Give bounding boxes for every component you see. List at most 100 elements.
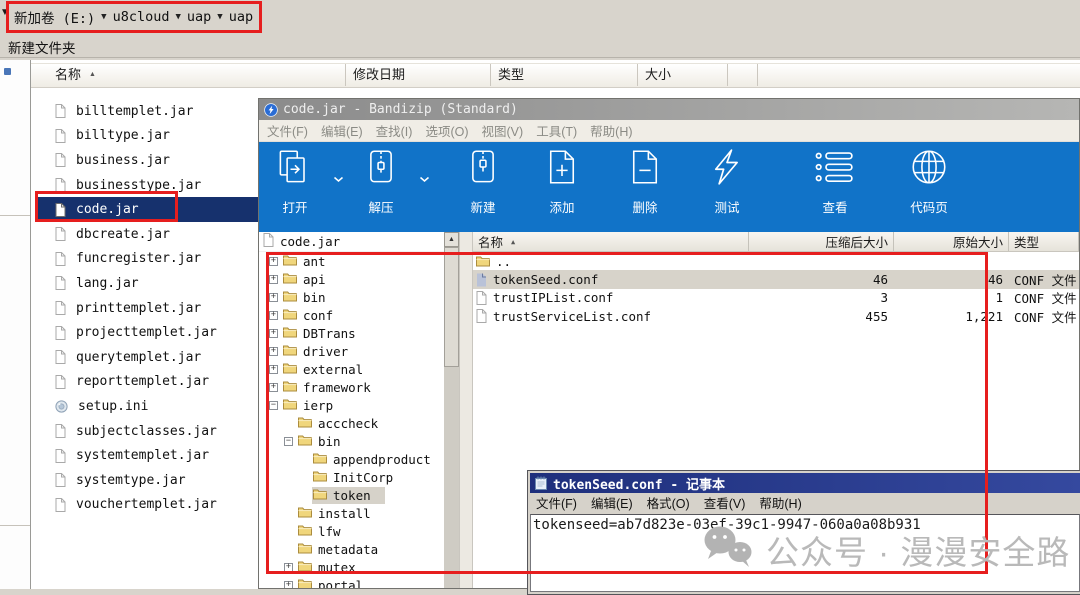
add-file-icon xyxy=(542,149,582,190)
test-lightning-icon xyxy=(707,149,747,190)
archive-item-type: CONF 文件 xyxy=(1009,307,1079,325)
file-name: systemtemplet.jar xyxy=(76,448,209,463)
menu-item[interactable]: 查找(I) xyxy=(376,121,413,140)
archive-item-type: CONF 文件 xyxy=(1009,270,1079,288)
toolbar-button-open[interactable]: 打开 xyxy=(263,149,327,216)
sort-ascending-icon: ▲ xyxy=(89,64,96,86)
document-icon xyxy=(55,178,66,192)
column-header-name[interactable]: 名称 ▲ xyxy=(31,64,346,86)
ini-file-icon xyxy=(55,400,68,413)
menu-item[interactable]: 帮助(H) xyxy=(590,121,632,140)
tree-node-content: portal xyxy=(297,577,377,589)
toolbar-button-label: 代码页 xyxy=(910,197,948,216)
new-archive-icon xyxy=(463,149,503,190)
column-header-label: 名称 xyxy=(478,232,503,251)
file-name: systemtype.jar xyxy=(76,473,186,488)
toolbar-button-label: 打开 xyxy=(282,197,307,216)
file-name: querytemplet.jar xyxy=(76,350,201,365)
file-name: business.jar xyxy=(76,153,170,168)
document-icon xyxy=(55,129,66,143)
document-icon xyxy=(55,424,66,438)
codepage-globe-icon xyxy=(909,149,949,190)
wechat-icon xyxy=(702,524,754,575)
column-header-date[interactable]: 修改日期 xyxy=(346,64,491,86)
scroll-up-icon[interactable]: ▲ xyxy=(444,232,459,247)
file-name: subjectclasses.jar xyxy=(76,424,217,439)
explorer-column-headers: 名称 ▲ 修改日期 类型 大小 xyxy=(31,63,1080,88)
column-header-type[interactable]: 类型 xyxy=(1009,232,1079,251)
archive-item-type xyxy=(1009,252,1079,270)
column-header-original[interactable]: 原始大小 xyxy=(894,232,1009,251)
menu-item[interactable]: 视图(V) xyxy=(482,121,524,140)
tree-node-label: portal xyxy=(318,578,363,589)
document-icon xyxy=(55,449,66,463)
document-icon xyxy=(55,227,66,241)
watermark: 公众号 · 漫漫安全路 xyxy=(702,524,1070,575)
column-header-label: 类型 xyxy=(498,64,524,86)
divider xyxy=(0,525,30,526)
toolbar-button-codepage[interactable]: 代码页 xyxy=(897,149,961,216)
divider xyxy=(0,57,1080,58)
document-icon xyxy=(55,350,66,364)
toolbar-button-label: 解压 xyxy=(368,197,393,216)
expand-plus-icon[interactable]: + xyxy=(284,581,293,589)
toolbar-button-new[interactable]: 新建 xyxy=(451,149,515,216)
document-icon xyxy=(55,153,66,167)
chevron-down-icon[interactable] xyxy=(327,176,349,183)
column-header-label: 修改日期 xyxy=(353,64,405,86)
document-icon xyxy=(55,326,66,340)
bandizip-menu-bar: 文件(F) 编辑(E) 查找(I) 选项(O) 视图(V) 工具(T) 帮助(H) xyxy=(259,120,1079,142)
toolbar-button-delete[interactable]: 删除 xyxy=(613,149,677,216)
document-icon xyxy=(55,301,66,315)
column-header-label: 名称 xyxy=(55,64,81,86)
document-icon xyxy=(55,473,66,487)
archive-root-row[interactable]: code.jar xyxy=(259,232,444,252)
bandizip-toolbar: 打开 解压 新建 添加 删除测试查看 代码页 xyxy=(259,142,1079,233)
document-icon xyxy=(55,498,66,512)
file-name: reporttemplet.jar xyxy=(76,374,209,389)
file-name: billtemplet.jar xyxy=(76,104,193,119)
menu-item[interactable]: 选项(O) xyxy=(425,121,468,140)
menu-item[interactable]: 工具(T) xyxy=(536,121,577,140)
sort-ascending-icon: ▲ xyxy=(511,238,515,246)
column-header-size[interactable]: 大小 xyxy=(638,64,728,86)
column-header-label: 大小 xyxy=(645,64,671,86)
extract-archive-icon xyxy=(361,149,401,190)
toolbar-button-label: 添加 xyxy=(549,197,574,216)
view-list-icon xyxy=(813,149,857,190)
annotation-box-codejar xyxy=(35,191,178,222)
toolbar-button-test[interactable]: 测试 xyxy=(695,149,759,216)
file-name: vouchertemplet.jar xyxy=(76,497,217,512)
open-archive-icon xyxy=(275,149,315,190)
tree-node[interactable]: + portal xyxy=(259,576,444,588)
file-name: lang.jar xyxy=(76,276,139,291)
menu-item[interactable]: 编辑(E) xyxy=(321,121,363,140)
toolbar-button-extract[interactable]: 解压 xyxy=(349,149,413,216)
column-header-compressed[interactable]: 压缩后大小 xyxy=(749,232,894,251)
column-header-type[interactable]: 类型 xyxy=(491,64,638,86)
toolbar-button-label: 新建 xyxy=(470,197,495,216)
document-icon xyxy=(55,375,66,389)
chevron-down-icon[interactable] xyxy=(413,176,435,183)
document-icon xyxy=(55,104,66,118)
toolbar-button-view[interactable]: 查看 xyxy=(803,149,867,216)
window-title: code.jar - Bandizip (Standard) xyxy=(283,102,518,117)
delete-file-icon xyxy=(625,149,665,190)
explorer-nav-pane xyxy=(0,60,31,589)
toolbar-button-label: 查看 xyxy=(822,197,847,216)
bandizip-app-icon xyxy=(264,103,278,117)
document-icon xyxy=(55,252,66,266)
annotation-box-breadcrumb xyxy=(6,1,262,33)
watermark-text: 公众号 · 漫漫安全路 xyxy=(766,526,1070,574)
file-name: projecttemplet.jar xyxy=(76,325,217,340)
file-name: setup.ini xyxy=(78,399,148,414)
document-icon xyxy=(263,233,274,250)
new-folder-button[interactable]: 新建文件夹 xyxy=(8,37,76,57)
folder-icon xyxy=(298,578,312,589)
menu-item[interactable]: 文件(F) xyxy=(267,121,308,140)
column-header-name[interactable]: 名称 ▲ xyxy=(473,232,749,251)
bandizip-title-bar[interactable]: code.jar - Bandizip (Standard) xyxy=(259,99,1079,120)
column-header-spacer xyxy=(728,64,758,86)
toolbar-button-add[interactable]: 添加 xyxy=(530,149,594,216)
file-name: printtemplet.jar xyxy=(76,301,201,316)
